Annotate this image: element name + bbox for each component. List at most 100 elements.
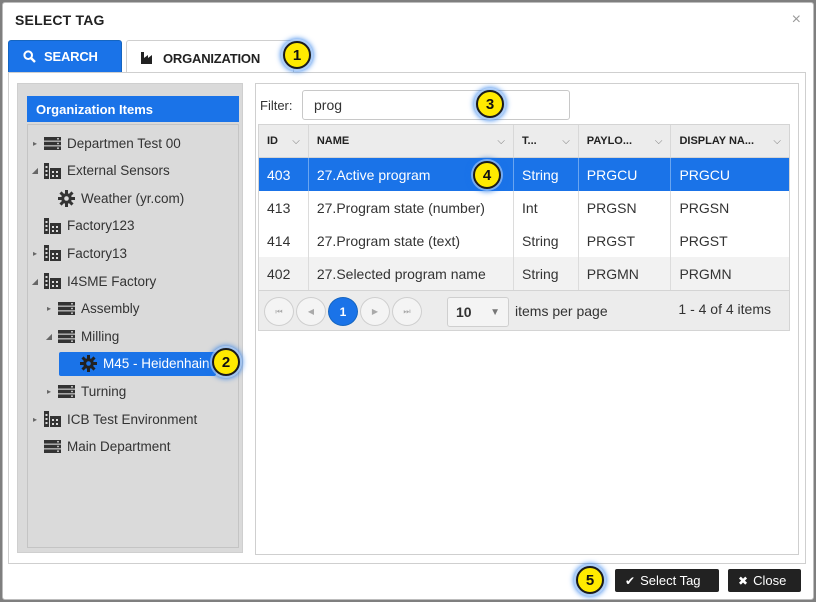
table-row[interactable]: 403 27.Active program String PRGCU PRGCU [258,158,790,191]
cell-id: 413 [259,191,309,224]
select-tag-button[interactable]: ✔ Select Tag [615,569,719,592]
collapse-caret-icon[interactable]: ◢ [43,332,55,341]
cell-display-name: PRGCU [679,166,731,183]
tree-item-label: Factory13 [67,245,128,261]
cell-type: Int [514,191,579,224]
tree-item[interactable]: ▸ Turning [43,379,126,403]
pager-info: 1 - 4 of 4 items [678,301,771,317]
dialog-close-x-button[interactable]: × [792,11,801,29]
chevron-down-icon: ⌵ [562,135,570,147]
chevron-down-icon: ⌵ [292,135,300,147]
chevron-down-icon: ⌵ [654,135,663,147]
cell-type: String [514,158,579,191]
tree-item[interactable]: M45 - Heidenhain [59,351,216,376]
tree-item-label: Milling [81,328,120,344]
tree-item-label: ICB Test Environment [67,411,198,427]
callout-badge: 3 [476,90,504,118]
close-button[interactable]: ✖ Close [728,569,801,592]
tree-item-label: M45 - Heidenhain [103,356,210,372]
tab-search-label: SEARCH [44,49,98,64]
table-row[interactable]: 402 27.Selected program name String PRGM… [258,257,790,290]
server-icon [55,384,77,398]
collapse-caret-icon[interactable]: ◢ [29,277,41,286]
tree-item[interactable]: ▸ Departmen Test 00 [29,131,181,155]
factory-icon [41,162,63,179]
server-icon [55,329,77,343]
tab-organization-label: ORGANIZATION [163,50,261,66]
previous-page-button[interactable]: ◀ [296,297,326,326]
filter-label: Filter: [260,98,293,113]
expand-caret-icon[interactable]: ▸ [29,249,41,258]
tree-item[interactable]: Weather (yr.com) [43,186,184,210]
tab-search[interactable]: SEARCH [8,40,122,73]
factory-icon [141,52,155,64]
tree-item[interactable]: Main Department [29,435,171,459]
next-page-button[interactable]: ▶ [360,297,390,326]
select-tag-label: Select Tag [640,573,701,588]
column-header-type[interactable]: T... ⌵ [514,125,579,157]
factory-icon [41,217,63,234]
tree-item[interactable]: ◢ I4SME Factory [29,269,156,293]
page-size-value: 10 [456,304,472,320]
tree-item-label: Factory123 [67,218,135,234]
expand-caret-icon[interactable]: ▸ [29,415,41,424]
expand-caret-icon[interactable]: ▸ [43,304,55,313]
tree-item[interactable]: ▸ Assembly [43,297,140,321]
column-header-payload[interactable]: PAYLO... ⌵ [579,125,672,157]
filter-input[interactable] [302,90,570,120]
close-label: Close [753,573,787,588]
factory-icon [41,245,63,262]
cell-display-name: PRGST [679,232,728,249]
cell-display-name: PRGSN [679,199,730,216]
items-per-page-label: items per page [515,303,608,319]
column-header-name[interactable]: NAME ⌵ [309,125,515,157]
gear-icon [55,189,77,207]
table-row[interactable]: 414 27.Program state (text) String PRGST… [258,224,790,257]
tab-organization[interactable]: ORGANIZATION [126,40,294,75]
cell-id: 414 [259,224,309,257]
tree-item-label: Main Department [67,439,171,455]
column-header-id[interactable]: ID ⌵ [259,125,309,157]
column-header-display-name[interactable]: DISPLAY NA... ⌵ [671,125,789,157]
cell-name: 27.Program state (number) [309,191,515,224]
chevron-down-icon: ⌵ [497,135,506,147]
table-row[interactable]: 413 27.Program state (number) Int PRGSN … [258,191,790,224]
page-size-select[interactable]: 10 ▼ [447,297,509,327]
expand-caret-icon[interactable]: ▸ [43,387,55,396]
next-page-icon: ▶ [371,307,379,316]
page-1-button[interactable]: 1 [328,297,358,326]
tree-item-label: Assembly [81,301,140,317]
tree-item-label: Departmen Test 00 [67,135,181,151]
tree-header: Organization Items [27,96,239,122]
cell-display-name: PRGMN [679,265,732,282]
tree-item[interactable]: ◢ Milling [43,324,119,348]
server-icon [41,136,63,150]
x-icon: ✖ [738,573,749,588]
cell-name: 27.Program state (text) [309,224,515,257]
server-icon [55,302,77,316]
last-page-icon: ⏭ [403,306,411,316]
tree-item-label: I4SME Factory [67,273,157,289]
factory-icon [41,273,63,289]
tags-panel: Filter: ID⌵ NAME⌵ T...⌵ PAYLO...⌵ DISPLA… [255,83,799,555]
last-page-button[interactable]: ⏭ [392,297,422,326]
cell-id: 403 [259,158,309,191]
callout-badge: 4 [473,161,501,189]
tags-grid: ID ⌵ NAME ⌵ T... ⌵ PAYLO... ⌵ DISPLAY NA... ⌵… [258,124,790,331]
first-page-button[interactable]: ⏮ [264,297,294,326]
first-page-icon: ⏮ [275,306,283,316]
cell-id: 402 [259,257,309,290]
expand-caret-icon[interactable]: ▸ [29,139,41,148]
search-icon [23,50,36,63]
collapse-caret-icon[interactable]: ◢ [29,166,41,175]
callout-badge: 1 [283,41,311,69]
chevron-down-icon: ▼ [490,306,500,318]
check-icon: ✔ [625,573,636,588]
tree-item[interactable]: Factory123 [29,214,135,238]
tree-item-label: Turning [81,383,127,399]
tree-item[interactable]: ◢ External Sensors [29,159,170,183]
tree-item[interactable]: ▸ Factory13 [29,241,127,265]
cell-payload: PRGSN [579,191,672,224]
tree-item[interactable]: ▸ ICB Test Environment [29,407,197,431]
tree-item-label: External Sensors [67,163,170,179]
